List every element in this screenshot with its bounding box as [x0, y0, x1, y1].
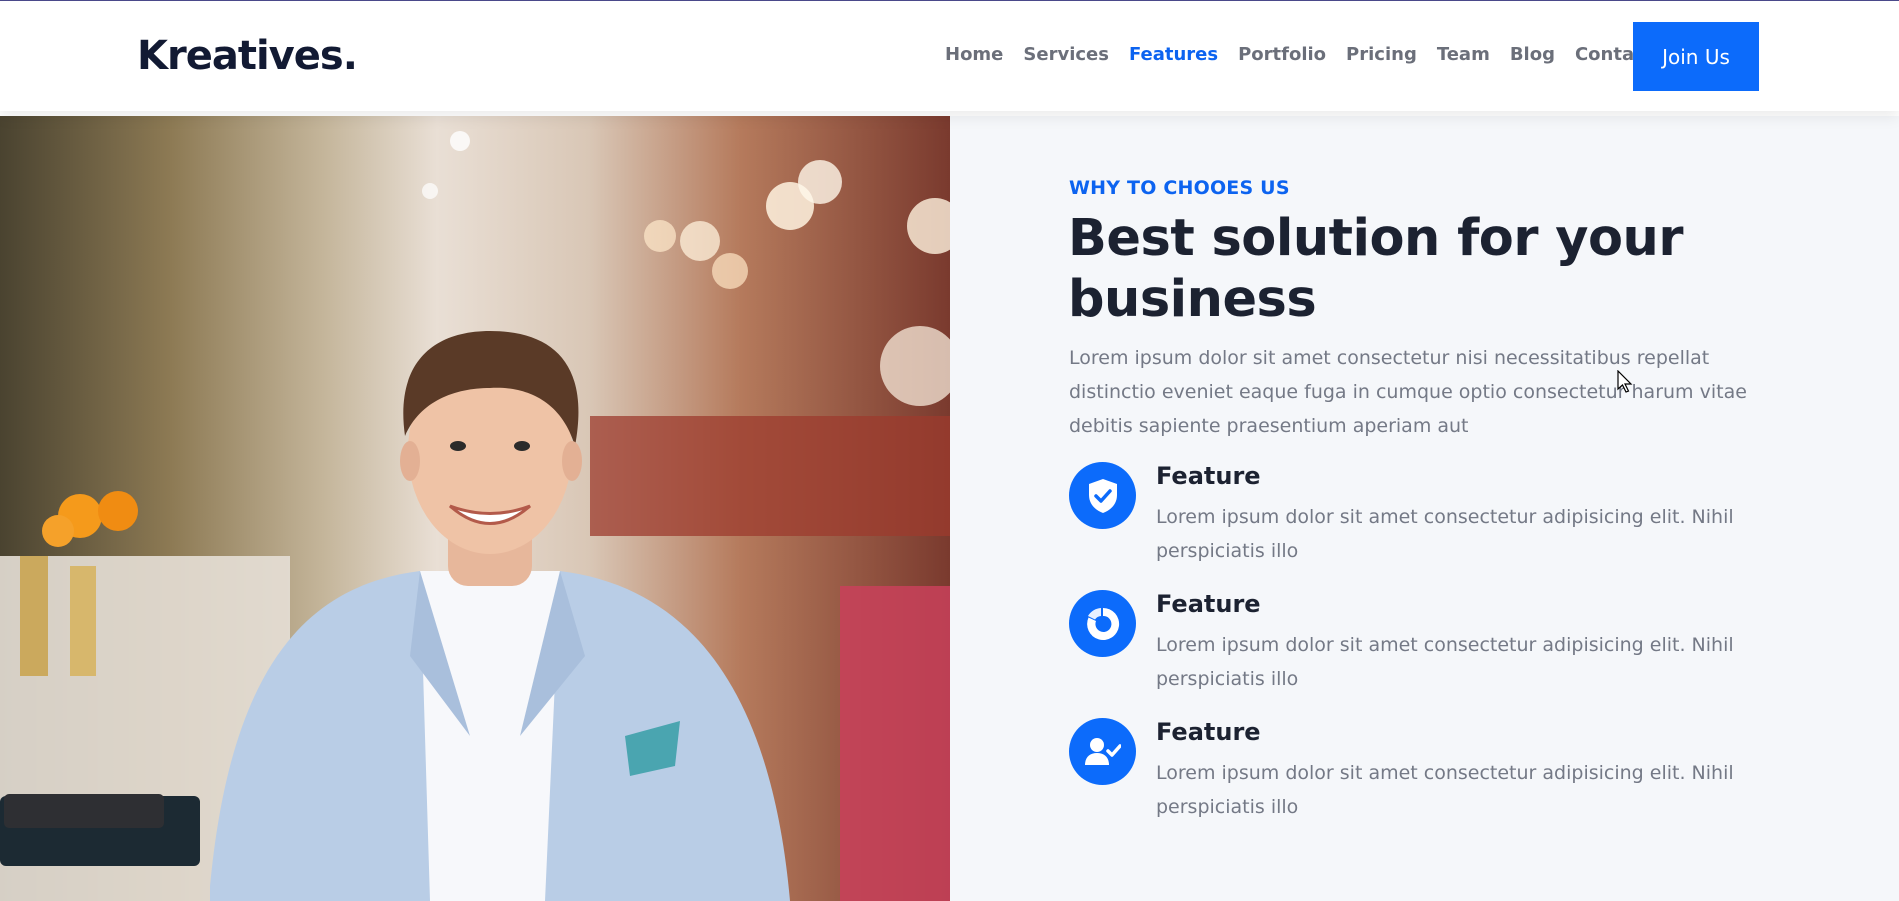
logo[interactable]: Kreatives. [137, 33, 358, 79]
site-header: Kreatives. Home Services Features Portfo… [0, 1, 1899, 111]
shield-check-icon [1069, 462, 1136, 529]
mouse-cursor-icon [1617, 369, 1633, 398]
section-lead: Lorem ipsum dolor sit amet consectetur n… [1069, 347, 1747, 437]
nav-team[interactable]: Team [1437, 44, 1490, 65]
photo-person-restaurant-illustration [0, 131, 950, 901]
nav-home[interactable]: Home [945, 44, 1003, 65]
join-us-button[interactable]: Join Us [1633, 22, 1759, 91]
feature-title: Feature [1156, 462, 1261, 490]
donut-chart-icon [1069, 590, 1136, 657]
main-nav: Home Services Features Portfolio Pricing… [945, 44, 1673, 65]
nav-portfolio[interactable]: Portfolio [1238, 44, 1326, 65]
nav-blog[interactable]: Blog [1510, 44, 1555, 65]
feature-text: Lorem ipsum dolor sit amet consectetur a… [1156, 762, 1734, 818]
feature-title: Feature [1156, 590, 1261, 618]
hero-photo [0, 116, 950, 901]
nav-features[interactable]: Features [1129, 44, 1218, 65]
nav-services[interactable]: Services [1023, 44, 1109, 65]
user-check-icon [1069, 718, 1136, 785]
feature-title: Feature [1156, 718, 1261, 746]
section-eyebrow: WHY TO CHOOES US [1069, 177, 1290, 199]
feature-text: Lorem ipsum dolor sit amet consectetur a… [1156, 634, 1734, 690]
nav-pricing[interactable]: Pricing [1346, 44, 1417, 65]
feature-text: Lorem ipsum dolor sit amet consectetur a… [1156, 506, 1734, 562]
section-heading: Best solution for your business [1068, 209, 1683, 329]
